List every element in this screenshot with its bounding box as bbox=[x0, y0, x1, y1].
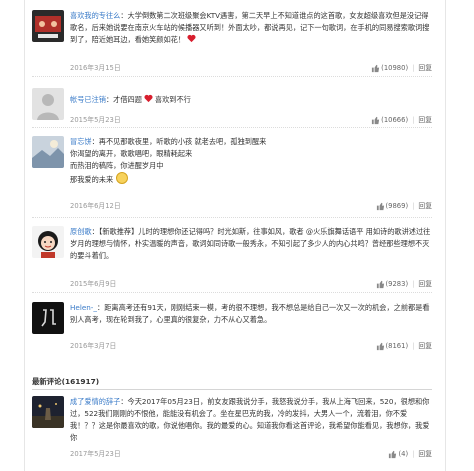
like-count[interactable]: (8161) bbox=[386, 340, 409, 352]
divider: | bbox=[412, 64, 415, 72]
like-icon[interactable] bbox=[371, 116, 380, 125]
reply-button[interactable]: 回复 bbox=[418, 278, 432, 290]
divider: | bbox=[412, 202, 415, 210]
reply-button[interactable]: 回复 bbox=[418, 200, 432, 212]
comment-text: ：今天2017年05月23日，前女友跟我说分手，我怒我说分手，我从上海飞回来，5… bbox=[70, 397, 430, 442]
heart-emoji-icon bbox=[187, 34, 196, 43]
comment-text: ：才借四题 bbox=[105, 95, 142, 104]
reply-button[interactable]: 回复 bbox=[418, 340, 432, 352]
divider bbox=[32, 292, 432, 293]
like-icon[interactable] bbox=[376, 202, 385, 211]
divider bbox=[32, 76, 432, 77]
comment-meta: 2015年6月9日 (9283) | 回复 bbox=[70, 278, 432, 290]
comment-meta: 2017年5月23日 (4) | 回复 bbox=[70, 448, 432, 460]
like-count[interactable]: (10666) bbox=[381, 114, 408, 126]
avatar[interactable] bbox=[32, 396, 64, 428]
divider bbox=[32, 389, 432, 390]
avatar[interactable] bbox=[32, 226, 64, 258]
comment-meta: 2016年3月15日 (10980) | 回复 bbox=[70, 62, 432, 74]
reply-button[interactable]: 回复 bbox=[418, 114, 432, 126]
avatar[interactable] bbox=[32, 10, 64, 42]
reply-button[interactable]: 回复 bbox=[418, 448, 432, 460]
comment-text: 那我爱的未来 bbox=[70, 175, 114, 184]
like-icon[interactable] bbox=[376, 280, 385, 289]
comment-username[interactable]: 原创歌 bbox=[70, 227, 92, 236]
avatar[interactable] bbox=[32, 302, 64, 334]
like-icon[interactable] bbox=[371, 64, 380, 73]
comment-username[interactable]: 喜欢我的专往么 bbox=[70, 11, 120, 20]
like-count[interactable]: (9283) bbox=[386, 278, 409, 290]
comment-date: 2015年5月23日 bbox=[70, 116, 121, 124]
comment-text: ：大学倒数第二次班级聚会KTV遇害，第二天早上不知道谁点的这首歌，女友超级喜欢但… bbox=[70, 11, 430, 44]
like-count[interactable]: (10980) bbox=[381, 62, 408, 74]
comment-body: 喜欢我的专往么：大学倒数第二次班级聚会KTV遇害，第二天早上不知道谁点的这首歌，… bbox=[70, 10, 432, 46]
section-title: 最新评论(161917) bbox=[32, 377, 100, 386]
avatar[interactable] bbox=[32, 88, 64, 120]
heart-emoji-icon bbox=[144, 94, 153, 103]
divider bbox=[32, 127, 432, 128]
comment-body: 原创歌：【新歌推荐】儿时的理想你还记得吗？时光如斯，往事如风，歌者 @火乐旗舞话… bbox=[70, 226, 432, 262]
avatar[interactable] bbox=[32, 136, 64, 168]
comment-meta: 2015年5月23日 (10666) | 回复 bbox=[70, 114, 432, 126]
comment-text: ：再不见那歌夜里，听歌的小孩 就老去吧，孤独到醒来 bbox=[91, 137, 267, 146]
like-icon[interactable] bbox=[376, 342, 385, 351]
smiley-emoji-icon bbox=[116, 172, 129, 184]
comment-meta: 2016年3月7日 (8161) | 回复 bbox=[70, 340, 432, 352]
comment-username[interactable]: Helen-_ bbox=[70, 303, 97, 312]
divider: | bbox=[412, 342, 415, 350]
comment-date: 2015年6月9日 bbox=[70, 280, 117, 288]
comment-body: 成了爱情的辞子：今天2017年05月23日，前女友跟我说分手，我怒我说分手，我从… bbox=[70, 396, 432, 444]
comment-text: ：【新歌推荐】儿时的理想你还记得吗？时光如斯，往事如风，歌者 @火乐旗舞话语平 … bbox=[70, 227, 431, 260]
comment-text: 而热泪的稿阵，你进醒岁月中 bbox=[70, 161, 164, 170]
comment-text: 你渴望的离开，歌歌唱吧，眼精耗起来 bbox=[70, 149, 193, 158]
comment-text-tail: 喜欢到不行 bbox=[154, 95, 191, 104]
comment-body: 帐号已注销：才借四题 喜欢到不行 bbox=[70, 94, 432, 106]
comment-date: 2017年5月23日 bbox=[70, 450, 121, 458]
comment-date: 2016年6月12日 bbox=[70, 202, 121, 210]
like-count[interactable]: (9869) bbox=[386, 200, 409, 212]
comment-body: Helen-_：距离高考还有91天，刚刚结束一模，考的很不理想，我不想总是给自己… bbox=[70, 302, 432, 326]
comment-username[interactable]: 冒忘饼 bbox=[70, 137, 92, 146]
like-count[interactable]: (4) bbox=[398, 448, 408, 460]
divider: | bbox=[412, 450, 415, 458]
comment-body: 冒忘饼：再不见那歌夜里，听歌的小孩 就老去吧，孤独到醒来 你渴望的离开，歌歌唱吧… bbox=[70, 136, 432, 186]
divider: | bbox=[412, 116, 415, 124]
like-icon[interactable] bbox=[388, 450, 397, 459]
comment-username[interactable]: 成了爱情的辞子 bbox=[70, 397, 120, 406]
comment-date: 2016年3月15日 bbox=[70, 64, 121, 72]
comment-date: 2016年3月7日 bbox=[70, 342, 117, 350]
comment-text: ：距离高考还有91天，刚刚结束一模，考的很不理想，我不想总是给自己一次又一次的机… bbox=[70, 303, 430, 324]
reply-button[interactable]: 回复 bbox=[418, 62, 432, 74]
comment-meta: 2016年6月12日 (9869) | 回复 bbox=[70, 200, 432, 212]
comment-username[interactable]: 帐号已注销 bbox=[70, 95, 106, 104]
divider: | bbox=[412, 280, 415, 288]
divider bbox=[32, 217, 432, 218]
